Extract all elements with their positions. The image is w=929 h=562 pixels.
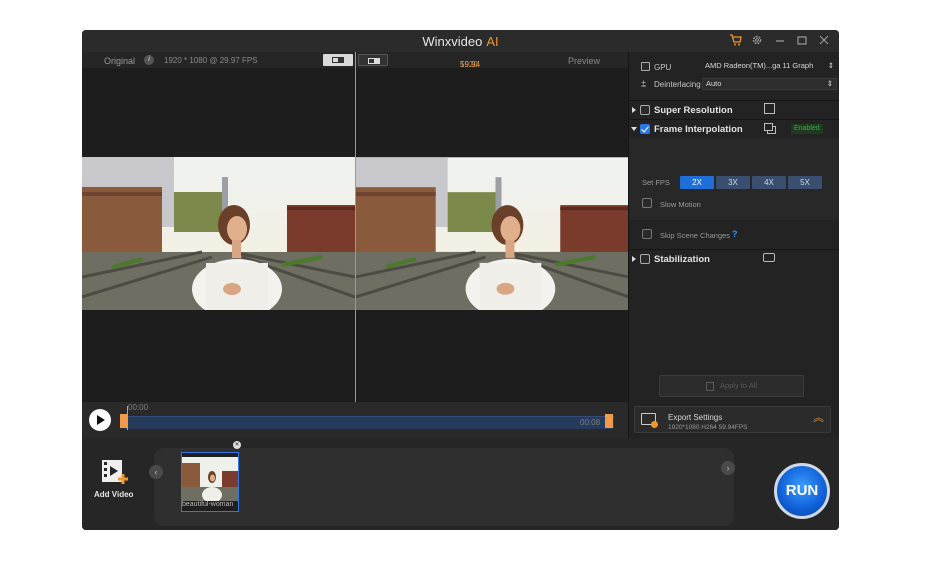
minimize-icon[interactable] [773,34,787,48]
export-settings-title: Export Settings [668,413,723,422]
app-title-ai: AI [486,34,499,49]
export-gear-icon [651,421,658,428]
fps-4x-button[interactable]: 4X [752,176,786,189]
cart-icon[interactable] [728,34,742,48]
skip-scene-changes-label: Skip Scene Changes [660,231,731,240]
side-by-side-view-button[interactable] [323,54,353,66]
apply-to-all-button[interactable]: Apply to All [659,375,804,397]
gpu-select[interactable]: AMD Radeon(TM)...ga 11 Graph ⇕ [702,61,837,73]
frame-interpolation-checkbox[interactable] [640,124,650,134]
camera-icon [763,253,775,262]
deinterlacing-label: Deinterlacing [654,80,701,89]
frame-interpolation-label: Frame Interpolation [654,124,743,135]
original-frame [82,157,355,310]
slow-motion-checkbox[interactable] [642,198,652,208]
super-resolution-label: Super Resolution [654,105,733,116]
stabilization-label: Stabilization [654,254,710,265]
timeline-end-time: 00:08 [580,418,601,427]
preview-label: Preview [568,56,601,66]
app-title-text: Winxvideo [422,34,483,49]
close-icon[interactable] [817,34,831,48]
thumbnail-image [182,457,238,501]
timeline-start-time: 00:00 [128,403,149,412]
fps-2x-button[interactable]: 2X [680,176,714,189]
remove-video-icon[interactable]: ✕ [233,441,241,449]
deinterlacing-row: ⩲ Deinterlacing Auto ⇕ [629,78,839,92]
original-info: 1920 * 1080 @ 29.97 FPS [164,56,258,65]
frame-interpolation-collapse-icon[interactable] [631,127,637,131]
gpu-row: GPU AMD Radeon(TM)...ga 11 Graph ⇕ [629,61,839,76]
preview-frame [356,157,628,310]
stabilization-checkbox[interactable] [640,254,650,264]
expand-up-icon[interactable]: ︽ [813,413,824,424]
super-resolution-expand-icon[interactable] [632,107,636,113]
app-window: Winxvideo AI Original i 1920 * 1080 @ 29.… [82,30,839,530]
gpu-label: GPU [654,63,672,72]
apply-to-all-label: Apply to All [719,381,758,390]
super-resolution-checkbox[interactable] [640,105,650,115]
stabilization-section[interactable]: Stabilization [629,249,839,267]
fps-3x-button[interactable]: 3X [716,176,750,189]
deinterlacing-select-arrow-icon: ⇕ [826,79,833,88]
frames-icon [764,123,773,131]
title-bar: Winxvideo AI [82,30,839,52]
enabled-badge: Enabled [791,124,823,134]
bottom-bar: Add Video ‹ › beautiful-woman ✕ [82,438,839,530]
apply-icon [705,381,714,391]
deinterlace-icon: ⩲ [641,79,647,89]
deinterlacing-select-value: Auto [706,79,722,88]
video-strip [154,448,734,526]
slow-motion-label: Slow Motion [660,200,701,209]
frame-interpolation-section[interactable]: Frame Interpolation Enabled [629,119,839,137]
fps-5x-button[interactable]: 5X [788,176,822,189]
add-video-label: Add Video [94,490,134,499]
add-video-button[interactable]: Add Video [94,458,138,502]
scroll-left-button[interactable]: ‹ [149,465,163,479]
export-settings-panel[interactable]: Export Settings 1920*1080 H264 59.94FPS … [634,406,831,433]
export-settings-details: 1920*1080 H264 59.94FPS [668,424,748,431]
scroll-right-button[interactable]: › [721,461,735,475]
help-icon[interactable]: ? [732,229,738,239]
original-video-image [82,157,355,310]
info-icon[interactable]: i [144,55,154,65]
video-thumbnail[interactable]: beautiful-woman [181,452,239,512]
super-resolution-section[interactable]: Super Resolution [629,100,839,118]
app-title: Winxvideo AI [82,34,839,49]
maximize-icon[interactable] [795,34,809,48]
play-button[interactable] [89,409,111,431]
thumbnail-filename: beautiful-woman [182,501,234,508]
preview-video-image [356,157,628,310]
timeline: 00:00 00:08 [82,402,628,438]
deinterlacing-select[interactable]: Auto ⇕ [702,78,837,90]
upscale-icon [764,103,775,114]
stabilization-expand-icon[interactable] [632,256,636,262]
set-fps-label: Set FPS [642,178,670,187]
skip-scene-changes-checkbox[interactable] [642,229,652,239]
gpu-checkbox[interactable] [641,62,650,71]
add-video-icon [102,460,128,484]
split-view-button[interactable] [358,54,388,66]
original-label: Original [104,56,136,66]
gpu-select-arrow-icon: ⇕ [827,61,834,70]
gpu-select-value: AMD Radeon(TM)...ga 11 Graph [705,61,814,70]
timeline-end-handle[interactable] [605,414,613,428]
split-divider[interactable] [355,52,356,402]
run-button[interactable]: RUN [774,463,830,519]
gear-icon[interactable] [750,34,764,48]
timeline-track[interactable] [125,416,614,429]
